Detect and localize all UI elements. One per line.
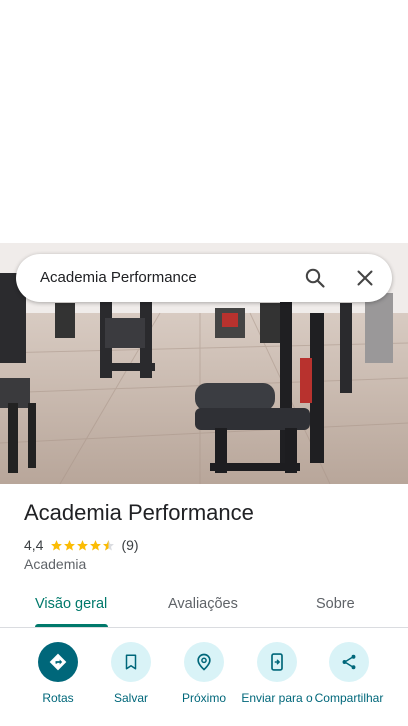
rating-value: 4,4 (24, 537, 44, 553)
star-rating (50, 539, 115, 552)
send-to-phone-label: Enviar para o (241, 691, 313, 705)
nearby-label: Próximo (181, 691, 226, 705)
send-to-phone-icon (271, 653, 283, 671)
share-button[interactable]: Compartilhar (309, 642, 389, 705)
close-icon[interactable] (353, 266, 377, 290)
bookmark-icon (125, 654, 137, 670)
action-bar: Rotas Salvar Próximo Enviar para o Compa… (0, 628, 408, 726)
search-input[interactable]: Academia Performance (40, 269, 197, 286)
rating-row[interactable]: 4,4 (9) (24, 535, 139, 555)
place-title: Academia Performance (24, 500, 254, 525)
star-icon (64, 539, 76, 550)
tab-bar: Visão geral Avaliações Sobre (0, 585, 408, 628)
half-star-icon (103, 539, 115, 550)
review-count: (9) (121, 537, 139, 553)
active-tab-indicator (35, 624, 108, 627)
nearby-button[interactable]: Próximo (164, 642, 244, 705)
star-icon (90, 539, 102, 550)
tab-about[interactable]: Sobre (316, 596, 355, 612)
directions-label: Rotas (42, 691, 74, 705)
star-icon (51, 539, 63, 550)
map-area-blank (0, 0, 408, 243)
save-label: Salvar (113, 691, 148, 705)
send-to-phone-button[interactable]: Enviar para o (237, 642, 317, 705)
directions-button[interactable]: Rotas (18, 642, 98, 705)
search-bar[interactable]: Academia Performance (16, 254, 392, 302)
tab-overview[interactable]: Visão geral (35, 596, 107, 612)
share-label: Compartilhar (314, 691, 384, 705)
tab-reviews[interactable]: Avaliações (168, 596, 238, 612)
share-icon (342, 654, 356, 670)
place-category: Academia (24, 556, 87, 572)
nearby-icon (197, 653, 211, 671)
directions-icon (49, 653, 67, 671)
save-button[interactable]: Salvar (91, 642, 171, 705)
star-icon (77, 539, 89, 550)
search-icon[interactable] (303, 266, 327, 290)
